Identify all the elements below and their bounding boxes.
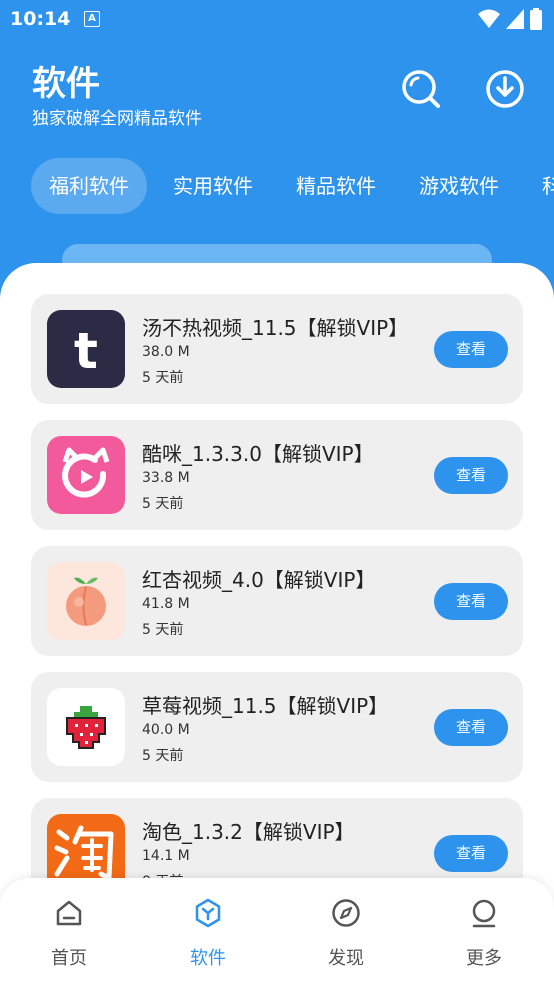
app-size: 41.8 M xyxy=(142,596,190,612)
app-name: 淘色_1.3.2【解锁VIP】 xyxy=(142,820,355,844)
search-icon xyxy=(402,70,440,108)
view-button[interactable]: 查看 xyxy=(434,331,508,368)
status-icons xyxy=(478,8,542,30)
user-icon xyxy=(472,899,496,928)
strawberry-icon xyxy=(47,688,125,766)
app-list: t 汤不热视频_11.5【解锁VIP】 38.0 M 5 天前 查看 酷咪_1.… xyxy=(0,263,554,984)
bottom-nav: 首页 软件 发现 更多 xyxy=(0,878,554,984)
app-time: 5 天前 xyxy=(142,370,184,386)
signal-icon xyxy=(506,9,524,29)
app-size: 38.0 M xyxy=(142,344,190,360)
app-card[interactable]: t 汤不热视频_11.5【解锁VIP】 38.0 M 5 天前 查看 xyxy=(31,294,523,404)
view-button[interactable]: 查看 xyxy=(434,457,508,494)
tab-premium[interactable]: 精品软件 xyxy=(296,158,376,214)
nav-label: 软件 xyxy=(190,948,226,969)
app-card[interactable]: 酷咪_1.3.3.0【解锁VIP】 33.8 M 5 天前 查看 xyxy=(31,420,523,530)
tab-welfare[interactable]: 福利软件 xyxy=(31,158,147,214)
app-name: 汤不热视频_11.5【解锁VIP】 xyxy=(142,316,409,340)
app-time: 5 天前 xyxy=(142,496,184,512)
view-button[interactable]: 查看 xyxy=(434,709,508,746)
battery-icon xyxy=(530,8,542,30)
tab-utility[interactable]: 实用软件 xyxy=(173,158,253,214)
nav-label: 首页 xyxy=(51,948,87,969)
view-button[interactable]: 查看 xyxy=(434,835,508,872)
search-button[interactable] xyxy=(400,68,442,110)
page-subtitle: 独家破解全网精品软件 xyxy=(32,109,202,129)
category-tabs: 福利软件 实用软件 精品软件 游戏软件 科 xyxy=(0,158,554,214)
svg-text:t: t xyxy=(74,322,98,380)
tumblr-t-icon: t xyxy=(47,310,125,388)
cat-play-icon xyxy=(47,436,125,514)
app-size: 14.1 M xyxy=(142,848,190,864)
app-time: 5 天前 xyxy=(142,748,184,764)
wifi-icon xyxy=(478,9,500,28)
nav-label: 发现 xyxy=(328,948,364,969)
app-name: 草莓视频_11.5【解锁VIP】 xyxy=(142,694,389,718)
nav-discover[interactable]: 发现 xyxy=(306,898,386,978)
peach-icon xyxy=(47,562,125,640)
nav-more[interactable]: 更多 xyxy=(444,898,524,978)
download-icon xyxy=(486,70,524,108)
app-card[interactable]: 草莓视频_11.5【解锁VIP】 40.0 M 5 天前 查看 xyxy=(31,672,523,782)
status-bar: 10:14 A xyxy=(0,0,554,38)
tab-more[interactable]: 科 xyxy=(542,158,554,214)
nav-software[interactable]: 软件 xyxy=(168,898,248,978)
nav-home[interactable]: 首页 xyxy=(29,898,109,978)
status-time: 10:14 xyxy=(10,8,71,30)
app-size: 40.0 M xyxy=(142,722,190,738)
compass-icon xyxy=(332,899,360,927)
app-time: 5 天前 xyxy=(142,622,184,638)
page-title: 软件 xyxy=(32,64,100,104)
app-name: 酷咪_1.3.3.0【解锁VIP】 xyxy=(142,442,374,466)
download-button[interactable] xyxy=(484,68,526,110)
home-icon xyxy=(56,900,82,926)
app-card[interactable]: 红杏视频_4.0【解锁VIP】 41.8 M 5 天前 查看 xyxy=(31,546,523,656)
notification-icon: A xyxy=(84,11,100,27)
app-name: 红杏视频_4.0【解锁VIP】 xyxy=(142,568,376,592)
tab-games[interactable]: 游戏软件 xyxy=(419,158,499,214)
cube-icon xyxy=(195,898,221,928)
nav-label: 更多 xyxy=(466,948,502,969)
app-size: 33.8 M xyxy=(142,470,190,486)
view-button[interactable]: 查看 xyxy=(434,583,508,620)
